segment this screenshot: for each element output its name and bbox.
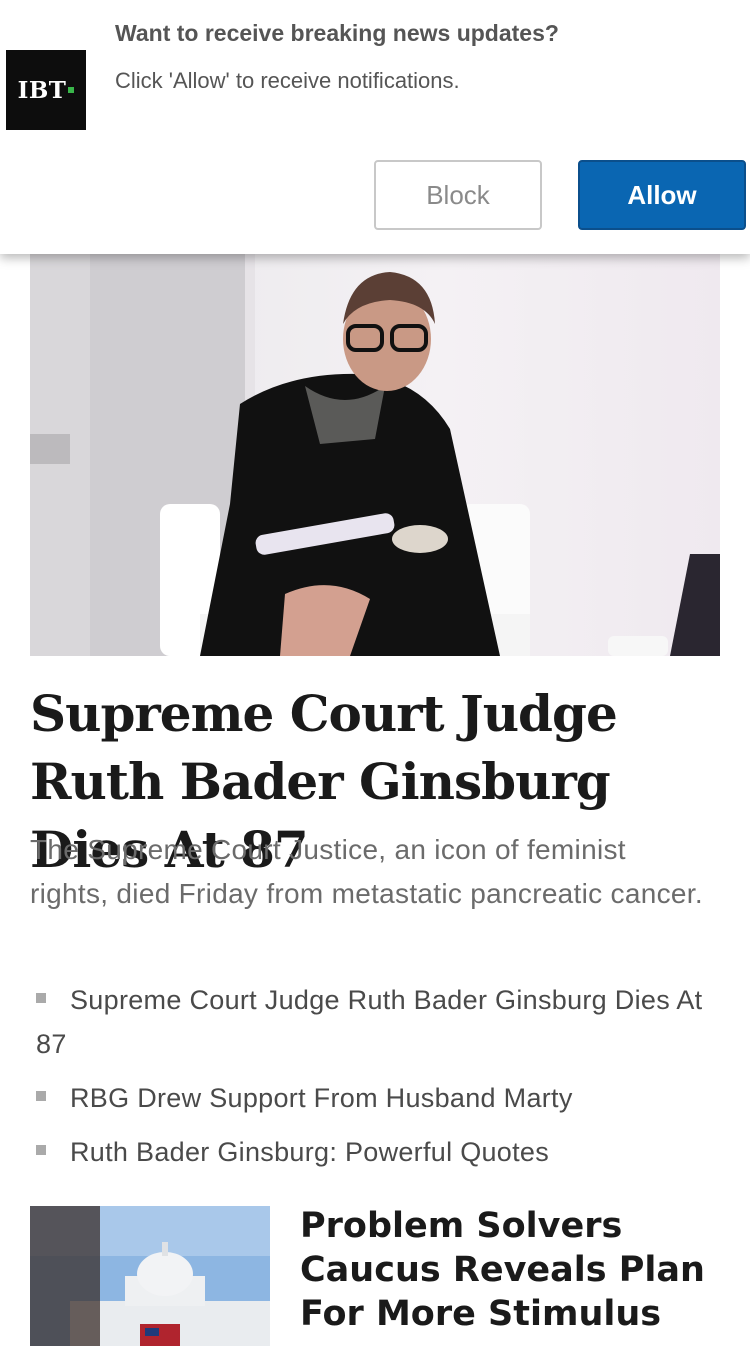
related-link-label: Supreme Court Judge Ruth Bader Ginsburg … (36, 985, 703, 1059)
notification-prompt: IBT Want to receive breaking news update… (0, 0, 750, 254)
related-link[interactable]: Ruth Bader Ginsburg: Powerful Quotes (36, 1130, 716, 1174)
related-links: Supreme Court Judge Ruth Bader Ginsburg … (36, 978, 716, 1184)
bullet-icon (36, 992, 46, 1003)
block-button[interactable]: Block (374, 160, 542, 230)
notification-title: Want to receive breaking news updates? (115, 20, 559, 46)
bullet-icon (36, 1090, 46, 1101)
related-link-label: RBG Drew Support From Husband Marty (70, 1083, 573, 1113)
bullet-icon (36, 1144, 46, 1155)
capitol-thumbnail-illustration (30, 1206, 270, 1346)
hero-photo-illustration (30, 254, 720, 656)
next-story-thumbnail[interactable] (30, 1206, 270, 1346)
logo-dot (68, 87, 75, 93)
related-link-label: Ruth Bader Ginsburg: Powerful Quotes (70, 1137, 550, 1167)
ibt-logo: IBT (6, 50, 86, 130)
related-link[interactable]: RBG Drew Support From Husband Marty (36, 1076, 716, 1120)
article-summary: The Supreme Court Justice, an icon of fe… (30, 834, 703, 909)
notification-body: Click 'Allow' to receive notifications. (115, 68, 460, 93)
hero-image[interactable] (30, 254, 720, 656)
related-link[interactable]: Supreme Court Judge Ruth Bader Ginsburg … (36, 978, 716, 1066)
next-story-title[interactable]: Problem Solvers Caucus Reveals Plan For … (300, 1204, 720, 1336)
allow-button[interactable]: Allow (578, 160, 746, 230)
logo-text: IBT (17, 76, 67, 104)
